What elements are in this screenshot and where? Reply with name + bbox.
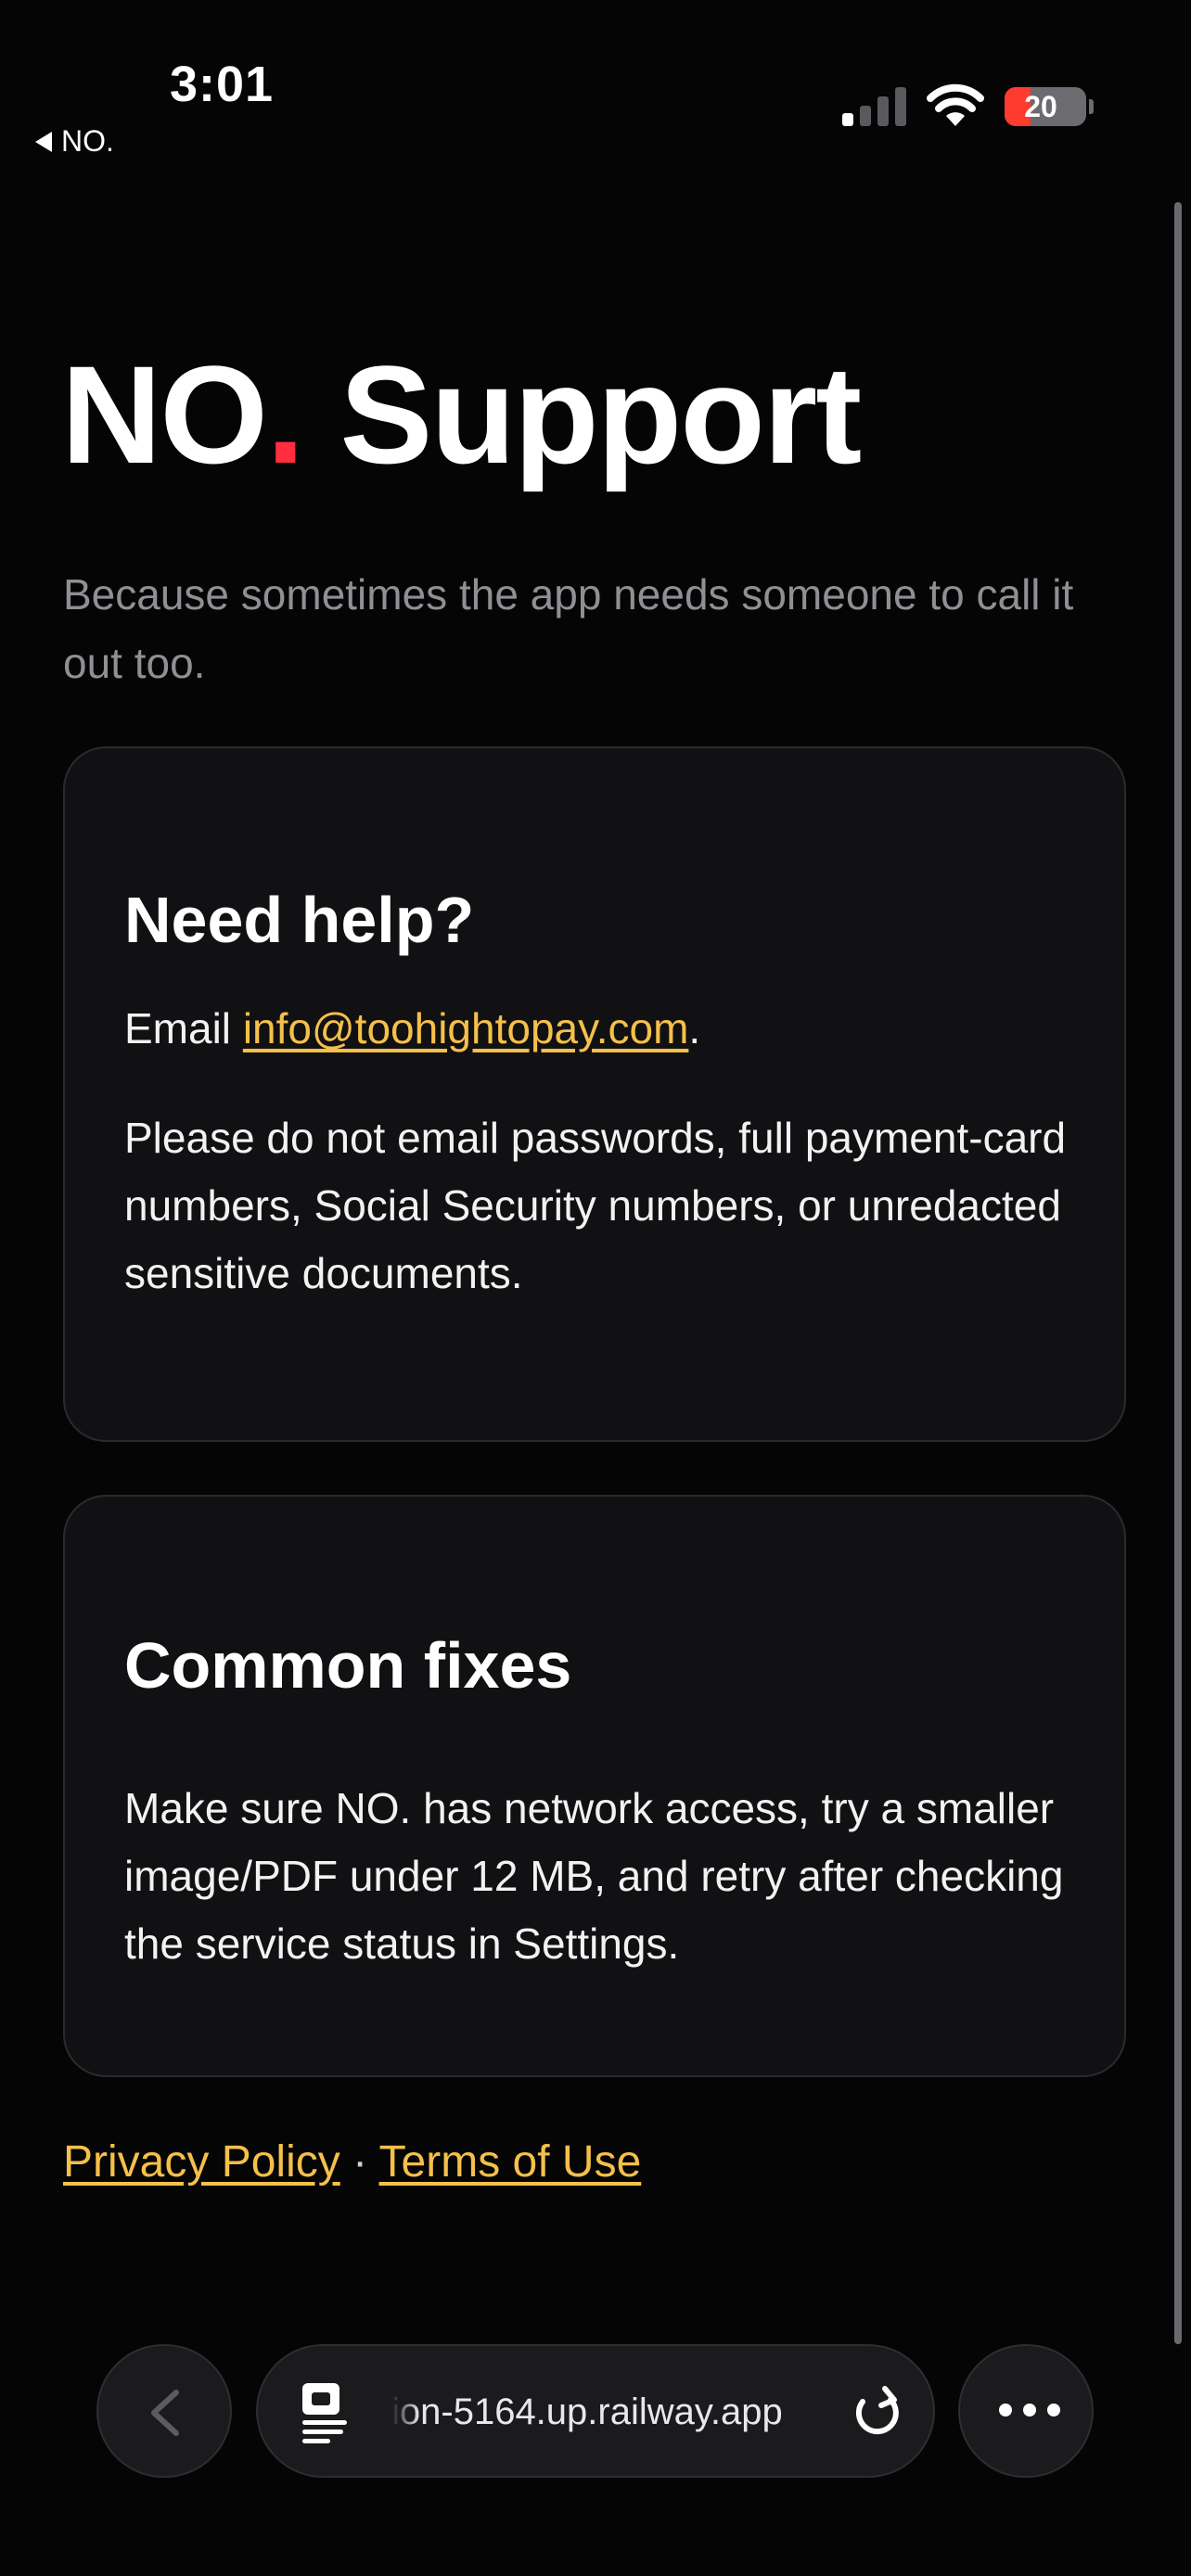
reload-icon[interactable] (850, 2381, 905, 2441)
back-triangle-icon (35, 131, 52, 152)
battery-level: 20 (1024, 90, 1057, 123)
brand-name: NO (61, 337, 268, 492)
page-scrollbar[interactable] (1174, 202, 1182, 2344)
footer-links: Privacy Policy · Terms of Use (63, 2129, 641, 2196)
url-text: ion-5164.up.railway.app (391, 2391, 781, 2432)
help-card: Need help? Email info@toohightopay.com. … (63, 746, 1126, 1442)
privacy-warning: Please do not email passwords, full paym… (124, 1114, 1067, 1297)
email-line: Email info@toohightopay.com. (124, 995, 1080, 1063)
browser-back-button[interactable] (96, 2344, 232, 2478)
page-title-rest: Support (302, 337, 862, 492)
more-options-button[interactable] (958, 2344, 1094, 2478)
privacy-policy-link[interactable]: Privacy Policy (63, 2137, 340, 2187)
back-app-label: NO. (61, 124, 114, 158)
page-title: NO. Support (61, 336, 862, 493)
terms-of-use-link[interactable]: Terms of Use (379, 2137, 642, 2187)
status-time: 3:01 (170, 57, 275, 112)
battery-cap (1089, 99, 1094, 114)
wifi-icon (927, 83, 984, 126)
support-email-link[interactable]: info@toohightopay.com (243, 1004, 689, 1052)
page-subtitle: Because sometimes the app needs someone … (63, 570, 1074, 687)
status-bar: 3:01 NO. 20 (0, 0, 1191, 167)
address-bar[interactable]: ion-5164.up.railway.app (256, 2344, 935, 2478)
reader-mode-icon[interactable] (299, 2381, 351, 2444)
cellular-signal-icon (842, 87, 906, 126)
chevron-left-icon (151, 2390, 179, 2436)
fixes-text: Make sure NO. has network access, try a … (124, 1784, 1064, 1968)
help-heading: Need help? (124, 884, 475, 956)
common-fixes-card: Common fixes Make sure NO. has network a… (63, 1495, 1126, 2077)
fixes-heading: Common fixes (124, 1629, 572, 1702)
brand-dot: . (266, 337, 305, 492)
email-suffix: . (688, 1004, 701, 1052)
ellipsis-icon (999, 2404, 1060, 2417)
back-to-app-button[interactable]: NO. (35, 124, 114, 159)
email-prefix: Email (124, 1004, 243, 1052)
footer-separator: · (339, 2137, 379, 2187)
battery-icon: 20 (1005, 87, 1086, 126)
